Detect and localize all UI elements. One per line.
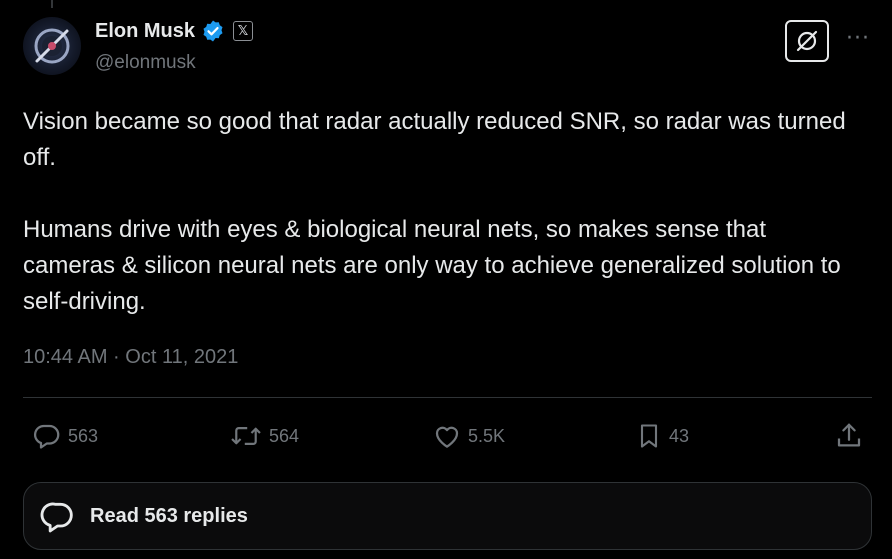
read-replies-button[interactable]: Read 563 replies bbox=[23, 482, 872, 550]
author-handle[interactable]: @elonmusk bbox=[95, 52, 196, 74]
avatar-image bbox=[34, 28, 70, 64]
divider bbox=[23, 397, 872, 398]
like-count: 5.5K bbox=[468, 425, 506, 446]
reply-icon bbox=[33, 424, 60, 449]
reply-count: 563 bbox=[68, 425, 99, 446]
share-button[interactable] bbox=[834, 420, 864, 452]
reply-button[interactable]: 563 bbox=[32, 420, 98, 452]
read-replies-label: Read 563 replies bbox=[90, 504, 248, 527]
repost-icon bbox=[231, 427, 261, 445]
tweet-paragraph: Humans drive with eyes & biological neur… bbox=[23, 216, 841, 315]
tweet-timestamp[interactable]: 10:44 AM · Oct 11, 2021 bbox=[23, 346, 238, 369]
tweet-paragraph: Vision became so good that radar actuall… bbox=[23, 108, 846, 171]
tweet-text: Vision became so good that radar actuall… bbox=[23, 104, 863, 320]
bookmark-icon bbox=[640, 424, 658, 448]
grok-button[interactable] bbox=[785, 20, 829, 62]
x-affiliate-badge[interactable]: 𝕏 bbox=[233, 21, 254, 41]
bookmark-count: 43 bbox=[669, 425, 690, 446]
share-icon bbox=[837, 423, 861, 447]
chat-bubble-icon bbox=[40, 502, 73, 533]
grok-icon bbox=[796, 30, 818, 52]
repost-count: 564 bbox=[269, 425, 300, 446]
verified-icon[interactable] bbox=[201, 19, 225, 43]
thread-connector-line bbox=[51, 0, 53, 8]
repost-button[interactable]: 564 bbox=[229, 420, 299, 452]
avatar[interactable] bbox=[23, 17, 81, 75]
more-icon[interactable]: ··· bbox=[846, 26, 870, 51]
author-name-row: Elon Musk 𝕏 bbox=[95, 19, 254, 43]
bookmark-button[interactable]: 43 bbox=[635, 420, 689, 452]
like-button[interactable]: 5.5K bbox=[432, 420, 505, 452]
author-name[interactable]: Elon Musk bbox=[95, 20, 195, 43]
like-icon bbox=[435, 426, 459, 448]
tweet-page: Elon Musk 𝕏 @elonmusk ··· Vision became … bbox=[0, 0, 892, 559]
